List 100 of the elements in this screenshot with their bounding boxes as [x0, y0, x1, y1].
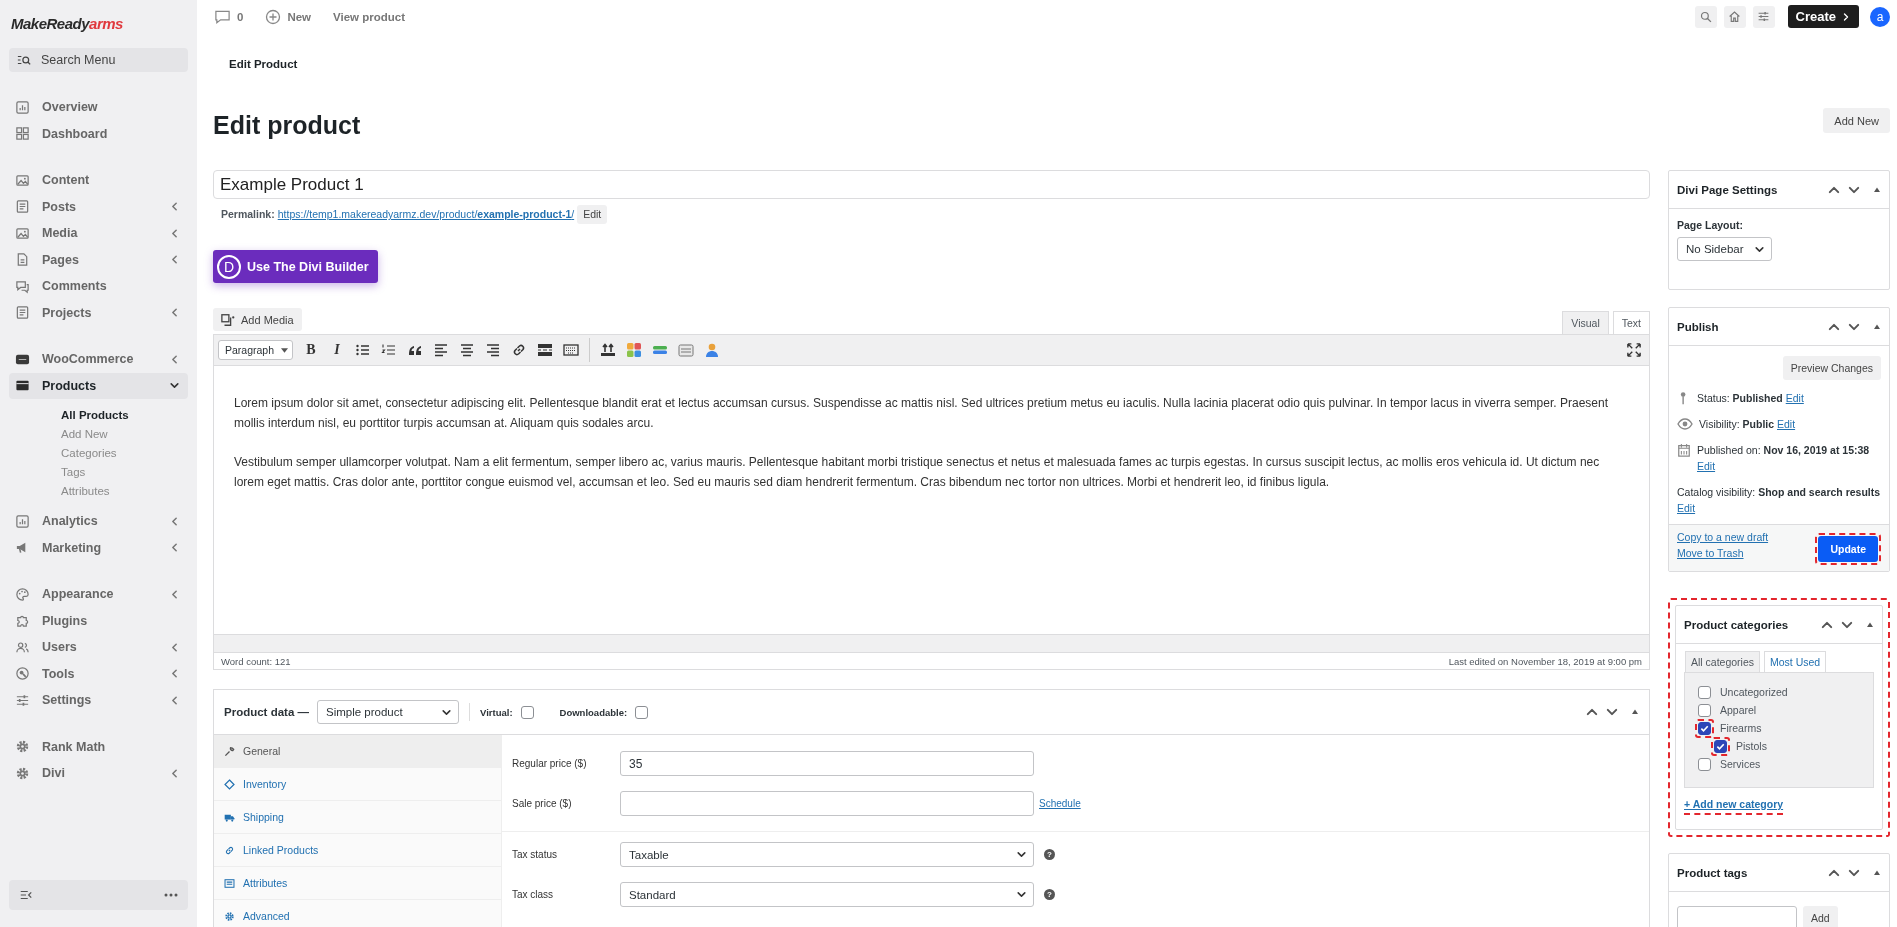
plus-icon[interactable]	[265, 8, 282, 25]
sidebar-item[interactable]: Posts	[9, 193, 188, 220]
editor-tab[interactable]: Visual	[1562, 311, 1609, 334]
sidebar-item[interactable]: Rank Math	[9, 733, 188, 760]
triangle-icon[interactable]	[1873, 868, 1881, 877]
sidebar-item[interactable]: WooCommerce	[9, 346, 188, 373]
checkbox[interactable]	[1711, 736, 1730, 756]
submenu-item[interactable]: Attributes	[61, 481, 188, 500]
copy-draft-link[interactable]: Copy to a new draft	[1677, 531, 1769, 543]
add-button[interactable]: Add	[1803, 906, 1838, 927]
schedule-link[interactable]: Schedule	[1039, 798, 1081, 809]
sidebar-item[interactable]: Tools	[9, 660, 188, 687]
numbered-list-icon[interactable]	[381, 342, 397, 358]
tag-input[interactable]	[1677, 906, 1797, 927]
sidebar-item[interactable]: Pages	[9, 246, 188, 273]
sidebar-item[interactable]: Products	[9, 372, 188, 399]
product-type-select[interactable]: Simple product	[317, 700, 459, 724]
add-media-button[interactable]: Add Media	[213, 308, 302, 331]
format-select[interactable]: Paragraph	[218, 340, 293, 360]
bold-button[interactable]: B	[303, 342, 319, 358]
preview-button[interactable]: Preview Changes	[1782, 356, 1881, 380]
align-left-icon[interactable]	[433, 342, 449, 358]
edit-link[interactable]: Edit	[1697, 460, 1716, 472]
color-blocks-icon[interactable]	[626, 342, 642, 358]
sidebar-item[interactable]: Settings	[9, 687, 188, 714]
sidebar-item[interactable]: Media	[9, 220, 188, 247]
fullscreen-icon[interactable]	[1627, 343, 1641, 357]
product-data-tab[interactable]: Inventory	[214, 768, 501, 801]
submenu-item[interactable]: Add New	[61, 424, 188, 443]
sidebar-item[interactable]: Comments	[9, 273, 188, 300]
search-field[interactable]: Search Menu	[9, 48, 188, 72]
sidebar-item[interactable]: Divi	[9, 760, 188, 787]
bullet-list-icon[interactable]	[355, 342, 371, 358]
triangle-icon[interactable]	[1873, 322, 1881, 331]
help-icon[interactable]: ?	[1044, 889, 1055, 900]
triangle-icon[interactable]	[1866, 620, 1874, 629]
view-product-link[interactable]: View product	[333, 10, 406, 23]
align-right-icon[interactable]	[485, 342, 501, 358]
category-tab[interactable]: Most Used	[1764, 651, 1827, 672]
triangle-icon[interactable]	[1631, 708, 1639, 716]
title-field[interactable]: Example Product 1	[213, 170, 1650, 199]
select-field[interactable]: Taxable	[620, 842, 1034, 867]
palette-icon	[15, 586, 30, 602]
collapse-menu-icon[interactable]	[19, 888, 33, 902]
edit-button[interactable]: Edit	[577, 204, 608, 224]
sidebar-item[interactable]: Content	[9, 167, 188, 194]
trash-link[interactable]: Move to Trash	[1677, 547, 1769, 559]
product-data-tab[interactable]: Advanced	[214, 900, 501, 927]
italic-button[interactable]: I	[329, 342, 345, 358]
avatar[interactable]: a	[1870, 6, 1890, 27]
keyboard-icon[interactable]	[563, 342, 579, 358]
checkbox[interactable]	[635, 705, 649, 719]
editor-tab[interactable]: Text	[1612, 311, 1650, 334]
submenu-item[interactable]: All Products	[61, 405, 188, 424]
chart-icon	[15, 513, 30, 529]
submenu-item[interactable]: Categories	[61, 443, 188, 462]
checkbox[interactable]	[520, 705, 534, 719]
link-icon[interactable]	[511, 342, 527, 358]
settings-button[interactable]	[1752, 5, 1775, 28]
align-center-icon[interactable]	[459, 342, 475, 358]
input-field[interactable]: 35	[620, 751, 1034, 776]
checkbox[interactable]	[1695, 718, 1714, 738]
select-field[interactable]: Standard	[620, 882, 1034, 907]
add-new-button[interactable]: Add New	[1823, 108, 1890, 133]
category-tab[interactable]: All categories	[1685, 651, 1761, 672]
product-data-tab[interactable]: Shipping	[214, 801, 501, 834]
panel-title: Product data —	[224, 706, 309, 718]
new-link[interactable]: New	[287, 10, 312, 23]
triangle-icon[interactable]	[1873, 185, 1881, 194]
edit-link[interactable]: Edit	[1777, 418, 1796, 430]
comment-icon[interactable]	[214, 8, 231, 25]
product-data-tab[interactable]: Attributes	[214, 867, 501, 900]
divi-builder-button[interactable]: D Use The Divi Builder	[213, 250, 378, 283]
sidebar-item[interactable]: Overview	[9, 94, 188, 121]
create-button[interactable]: Create	[1787, 5, 1859, 28]
caret-down-icon	[281, 347, 288, 353]
home-button[interactable]	[1723, 5, 1746, 28]
edit-link[interactable]: Edit	[1785, 392, 1804, 404]
add-category-link[interactable]: + Add new category	[1684, 798, 1784, 815]
help-icon[interactable]: ?	[1044, 849, 1055, 860]
sidebar-item[interactable]: Plugins	[9, 607, 188, 634]
sidebar-item[interactable]: Users	[9, 634, 188, 661]
edit-link[interactable]: Edit	[1677, 502, 1696, 514]
sidebar-item[interactable]: Dashboard	[9, 120, 188, 147]
person-icon[interactable]	[704, 342, 720, 358]
update-button[interactable]: Update	[1818, 536, 1878, 562]
product-data-tab[interactable]: Linked Products	[214, 834, 501, 867]
more-icon[interactable]	[164, 893, 178, 897]
sidebar-item[interactable]: Appearance	[9, 581, 188, 608]
permalink-link[interactable]: https://temp1.makereadyarmz.dev/product/example-product-1/	[277, 208, 575, 220]
product-data-tab[interactable]: General	[214, 735, 501, 768]
read-more-icon[interactable]	[537, 342, 553, 358]
sidebar-item[interactable]: Marketing	[9, 534, 188, 561]
submenu-item[interactable]: Tags	[61, 462, 188, 481]
sidebar-item[interactable]: Analytics	[9, 508, 188, 535]
page-layout-select[interactable]: No Sidebar	[1677, 237, 1772, 261]
input-field[interactable]	[620, 791, 1034, 816]
upload-icon[interactable]	[600, 342, 616, 358]
sidebar-item[interactable]: Projects	[9, 299, 188, 326]
search-button[interactable]	[1694, 5, 1717, 28]
